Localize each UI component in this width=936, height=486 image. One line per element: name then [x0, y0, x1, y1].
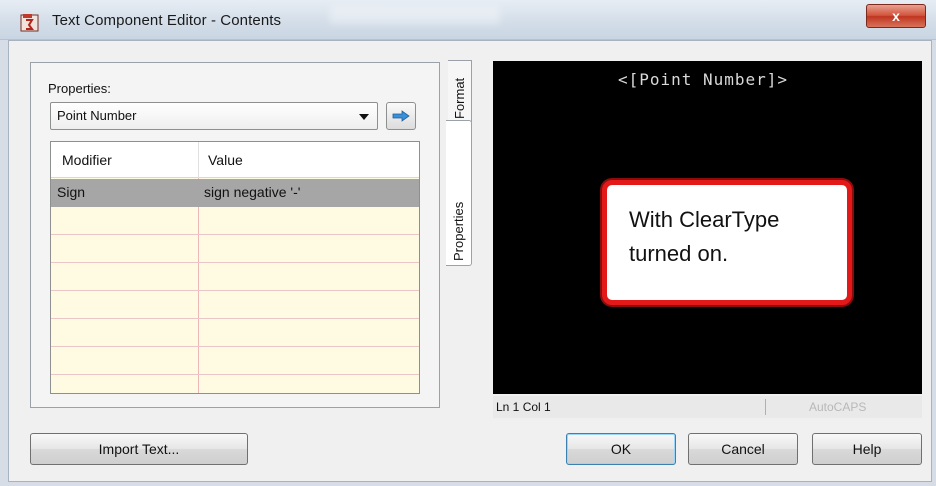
tab-format-label: Format — [452, 77, 467, 119]
table-header: Modifier Value — [51, 142, 419, 178]
table-row[interactable] — [51, 235, 419, 263]
status-bar: Ln 1 Col 1 AutoCAPS — [493, 396, 922, 418]
properties-dropdown[interactable]: Point Number — [50, 102, 378, 130]
insert-property-button[interactable] — [386, 102, 416, 130]
value-cell[interactable]: sign negative '-' — [204, 184, 300, 200]
brand-label: AutoCAPS — [809, 400, 867, 414]
chevron-down-icon — [359, 114, 369, 120]
properties-label: Properties: — [48, 81, 111, 96]
modifier-cell: Sign — [57, 184, 86, 200]
cursor-position: Ln 1 Col 1 — [496, 400, 551, 414]
window-title: Text Component Editor - Contents — [52, 12, 282, 29]
help-button[interactable]: Help — [812, 433, 922, 465]
modifier-table: Modifier Value Sign sign negative '-' — [50, 141, 420, 394]
title-bar-glass-blur — [330, 6, 500, 24]
status-divider — [765, 399, 766, 415]
tab-properties-label: Properties — [451, 201, 466, 261]
column-header-value[interactable]: Value — [208, 152, 243, 168]
side-tabs: Format Properties — [446, 60, 474, 266]
table-row[interactable] — [51, 291, 419, 319]
tab-properties[interactable]: Properties — [446, 120, 472, 266]
arrow-right-icon — [392, 110, 410, 122]
column-header-modifier[interactable]: Modifier — [62, 152, 112, 168]
header-divider — [198, 142, 199, 178]
close-icon: x — [892, 8, 900, 24]
preview-pane[interactable]: <[Point Number]> With ClearType turned o… — [493, 61, 922, 394]
preview-text: <[Point Number]> — [617, 70, 789, 89]
import-text-button[interactable]: Import Text... — [30, 433, 248, 465]
table-row[interactable] — [51, 207, 419, 235]
table-row[interactable] — [51, 375, 419, 393]
table-row[interactable] — [51, 347, 419, 375]
cleartype-callout: With ClearType turned on. — [602, 180, 852, 305]
table-row[interactable] — [51, 263, 419, 291]
title-bar: Text Component Editor - Contents x — [0, 0, 936, 40]
app-icon — [20, 13, 40, 33]
close-button[interactable]: x — [866, 4, 926, 28]
ok-button[interactable]: OK — [566, 433, 676, 465]
properties-dropdown-value: Point Number — [57, 108, 137, 123]
cancel-button[interactable]: Cancel — [688, 433, 798, 465]
table-row[interactable] — [51, 319, 419, 347]
table-row[interactable]: Sign sign negative '-' — [51, 179, 419, 207]
tab-format[interactable]: Format — [448, 60, 472, 122]
